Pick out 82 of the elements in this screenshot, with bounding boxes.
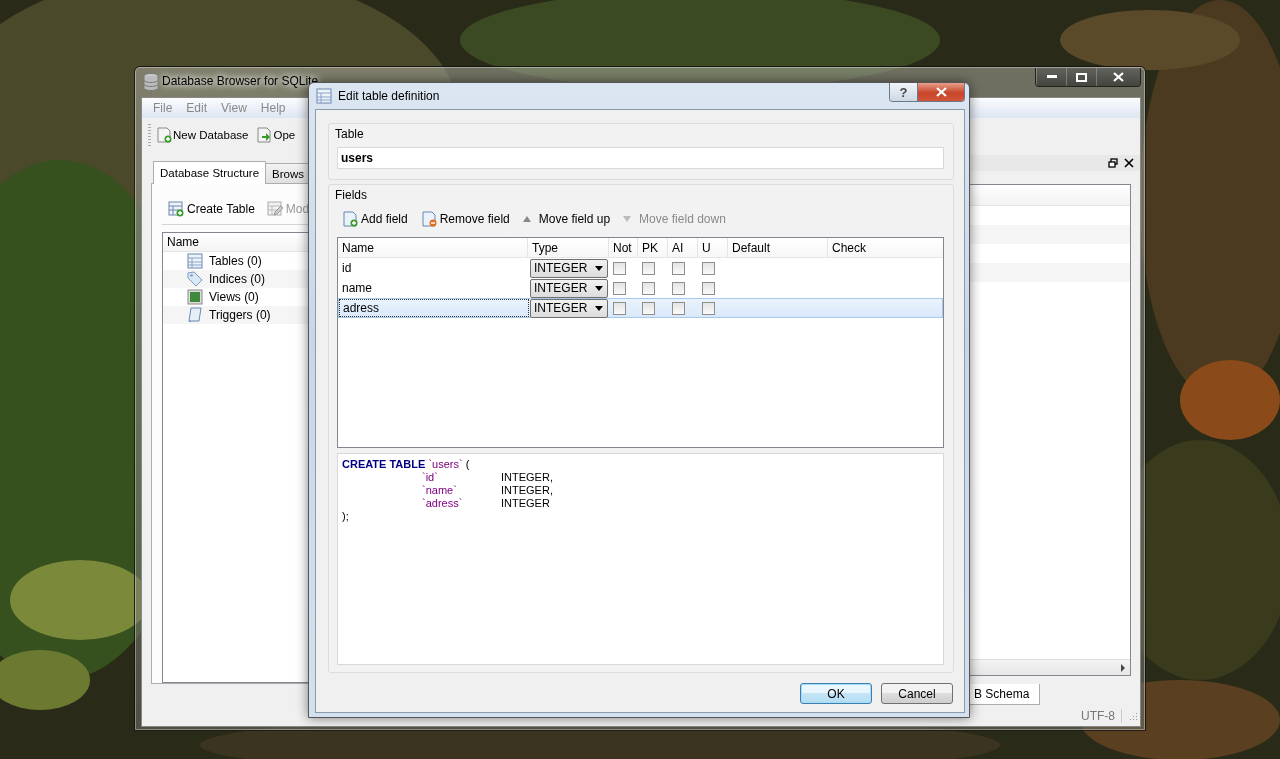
document-minus-icon	[420, 211, 437, 227]
table-name-field[interactable]: users	[337, 147, 944, 169]
close-icon[interactable]	[1124, 157, 1134, 168]
column-header[interactable]: Name	[338, 238, 528, 257]
tree-item[interactable]: Indices (0)	[209, 272, 266, 286]
column-header[interactable]: Name	[163, 235, 199, 249]
column-header[interactable]: Default	[728, 238, 828, 257]
checkbox[interactable]	[642, 281, 655, 295]
dialog-button[interactable]: OK	[800, 683, 872, 704]
checkbox[interactable]	[642, 261, 655, 275]
checkbox[interactable]	[672, 301, 685, 315]
column-header[interactable]: Check	[828, 238, 943, 257]
table-cell: adress	[339, 299, 529, 317]
group-label: Fields	[335, 188, 367, 202]
checkbox[interactable]	[702, 281, 715, 295]
up-triangle-icon	[522, 216, 531, 222]
tag-icon	[187, 271, 203, 287]
tab[interactable]: B Schema	[969, 684, 1041, 706]
column-header[interactable]: PK	[638, 238, 668, 257]
code-line: `adress` INTEGER	[421, 497, 551, 510]
toolbar-button[interactable]: Remove field	[420, 211, 510, 227]
table-icon	[316, 88, 332, 104]
code-line: );	[342, 510, 350, 523]
type-dropdown[interactable]: INTEGER	[530, 278, 608, 298]
help-button[interactable]: ?	[890, 83, 917, 101]
dialog-title: Edit table definition	[338, 89, 440, 103]
checkbox[interactable]	[642, 301, 655, 315]
tree-item[interactable]: Tables (0)	[209, 254, 262, 268]
tree-item[interactable]: Triggers (0)	[209, 308, 271, 322]
table-cell-text: id	[341, 260, 353, 277]
checkbox[interactable]	[672, 281, 685, 295]
status-text: UTF-8	[1081, 709, 1122, 723]
code-line: `name` INTEGER,	[421, 484, 554, 497]
checkbox[interactable]	[702, 261, 715, 275]
maximize-button[interactable]	[1066, 68, 1096, 86]
column-header[interactable]: U	[698, 238, 728, 257]
document-plus-icon	[156, 127, 172, 143]
checkbox[interactable]	[672, 261, 685, 275]
caret-icon	[595, 305, 603, 311]
toolbar-button[interactable]: Create Table	[168, 201, 255, 217]
caret-icon	[595, 285, 603, 291]
close-icon	[1113, 72, 1124, 82]
table-row[interactable]: id INTEGER	[338, 258, 943, 278]
group-label: Table	[335, 127, 364, 141]
table-row[interactable]: adress INTEGER	[338, 298, 943, 318]
minimize-icon	[1046, 75, 1057, 79]
document-plus-icon	[342, 211, 358, 227]
column-header[interactable]: Not	[609, 238, 638, 257]
code-line: `id` INTEGER,	[421, 471, 554, 484]
checkbox[interactable]	[702, 301, 715, 315]
down-triangle-icon	[623, 216, 632, 222]
horizontal-scrollbar[interactable]	[970, 659, 1130, 676]
checkbox[interactable]	[613, 261, 626, 275]
checkbox[interactable]	[613, 281, 626, 295]
table-plus-icon	[168, 201, 184, 217]
scroll-icon	[187, 307, 203, 323]
code-line: CREATE TABLE `users` (	[342, 458, 471, 471]
column-header[interactable]: AI	[668, 238, 698, 257]
maximize-icon	[1076, 72, 1087, 82]
table-row[interactable]: name INTEGER	[338, 278, 943, 298]
minimize-button[interactable]	[1036, 68, 1066, 86]
close-button[interactable]	[917, 83, 964, 101]
scroll-right-icon[interactable]	[1120, 663, 1126, 672]
database-icon	[143, 73, 159, 91]
table-cell-text: name	[341, 280, 374, 297]
type-dropdown[interactable]: INTEGER	[530, 298, 608, 318]
toolbar-button[interactable]: Ope	[253, 124, 299, 146]
close-icon	[935, 87, 947, 97]
type-dropdown[interactable]: INTEGER	[530, 258, 608, 278]
document-arrow-icon	[256, 127, 273, 143]
column-header[interactable]: Type	[528, 238, 609, 257]
float-icon[interactable]	[1108, 157, 1118, 168]
toolbar-button[interactable]: Move field up	[522, 212, 611, 226]
toolbar-button[interactable]: Add field	[342, 211, 408, 227]
image-icon	[187, 289, 203, 305]
dialog-button[interactable]: Cancel	[881, 683, 953, 704]
size-grip-icon[interactable]	[1128, 711, 1138, 721]
checkbox[interactable]	[613, 301, 626, 315]
table-pencil-icon	[266, 201, 283, 217]
tab[interactable]: Database Structure	[153, 161, 267, 184]
toolbar-button[interactable]: New Database	[153, 124, 252, 146]
tree-item[interactable]: Views (0)	[209, 290, 259, 304]
